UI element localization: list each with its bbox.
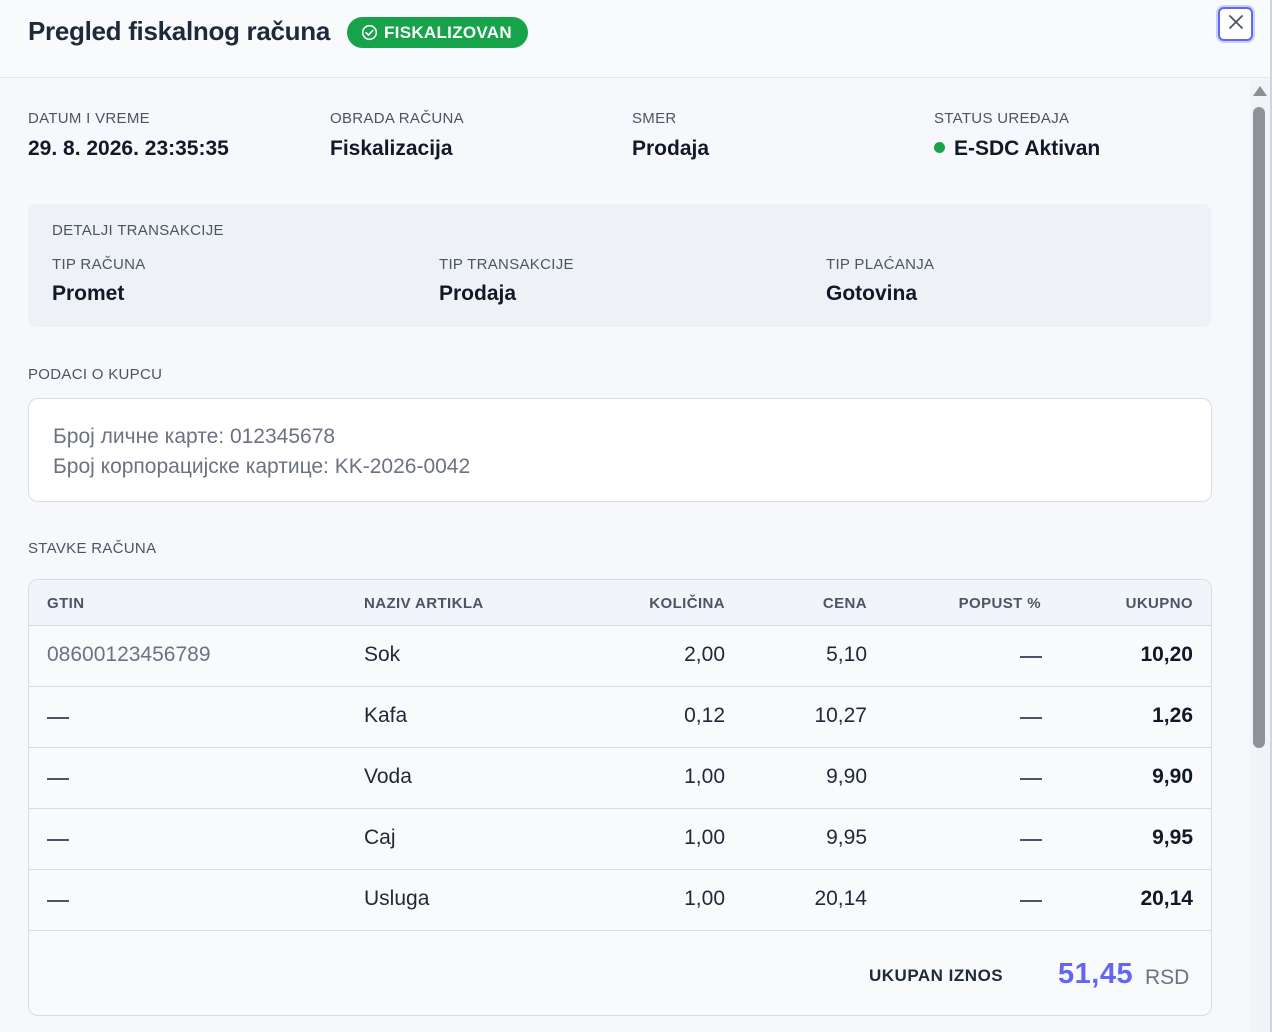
meta-direction-label: SMER (632, 110, 677, 127)
detail-receipt-type: TIP RAČUNA Promet (52, 256, 146, 306)
cell-gtin: 08600123456789 (47, 643, 211, 666)
column-header-total: UKUPNO (1125, 595, 1193, 612)
detail-label: TIP RAČUNA (52, 256, 146, 273)
detail-payment-type: TIP PLAĆANJA Gotovina (826, 256, 934, 306)
cell-name: Kafa (364, 704, 408, 727)
column-header-gtin: GTIN (47, 595, 85, 612)
cell-discount-empty (1020, 900, 1042, 902)
cell-name: Voda (364, 765, 412, 788)
column-header-name: NAZIV ARTIKLA (364, 595, 484, 612)
device-status-text: E-SDC Aktivan (954, 137, 1101, 160)
status-badge-label: FISKALIZOVAN (384, 22, 512, 42)
cell-discount-empty (1020, 778, 1042, 780)
customer-section-title: PODACI O KUPCU (28, 366, 163, 383)
table-row: 08600123456789 Sok 2,00 5,10 10,20 (29, 626, 1211, 687)
column-header-qty: KOLIČINA (649, 595, 725, 612)
cell-gtin-empty (47, 900, 69, 902)
detail-value: Prodaja (439, 282, 517, 305)
table-header: GTIN NAZIV ARTIKLA KOLIČINA CENA POPUST … (29, 580, 1211, 626)
meta-direction-value: Prodaja (632, 137, 710, 160)
meta-device-status-value: E-SDC Aktivan (934, 137, 1100, 161)
meta-processing: OBRADA RAČUNA Fiskalizacija (330, 110, 464, 161)
customer-card-line: Број корпорацијске картице: KK-2026-0042 (53, 455, 471, 478)
cell-discount-empty (1020, 839, 1042, 841)
transaction-details-title: DETALJI TRANSAKCIJE (52, 222, 224, 239)
table-row: Kafa 0,12 10,27 1,26 (29, 687, 1211, 748)
detail-value: Promet (52, 282, 125, 305)
cell-total: 9,95 (1152, 826, 1193, 849)
total-amount-currency: RSD (1145, 966, 1190, 989)
meta-datetime-value: 29. 8. 2026. 23:35:35 (28, 137, 229, 160)
cell-price: 10,27 (814, 704, 867, 727)
customer-info-box: Број личне карте: 012345678 Број корпора… (28, 398, 1212, 502)
detail-transaction-type: TIP TRANSAKCIJE Prodaja (439, 256, 574, 306)
column-header-discount: POPUST % (958, 595, 1041, 612)
meta-device-status: STATUS UREĐAJA E-SDC Aktivan (934, 110, 1100, 161)
cell-price: 5,10 (826, 643, 867, 666)
table-row: Usluga 1,00 20,14 20,14 (29, 870, 1211, 931)
vertical-scrollbar[interactable] (1250, 80, 1270, 1032)
customer-id-line: Број личне карте: 012345678 (53, 425, 336, 448)
page-title: Pregled fiskalnog računa (28, 16, 331, 46)
cell-name: Caj (364, 826, 396, 849)
meta-processing-value: Fiskalizacija (330, 137, 453, 160)
modal-header: Pregled fiskalnog računa FISKALIZOVAN (0, 0, 1270, 78)
meta-direction: SMER Prodaja (632, 110, 709, 161)
transaction-details: DETALJI TRANSAKCIJE TIP RAČUNA Promet TI… (28, 204, 1211, 327)
cell-price: 9,90 (826, 765, 867, 788)
cell-discount-empty (1020, 717, 1042, 719)
cell-gtin-empty (47, 839, 69, 841)
table-row: Caj 1,00 9,95 9,95 (29, 809, 1211, 870)
cell-qty: 1,00 (684, 887, 725, 910)
cell-gtin-empty (47, 778, 69, 780)
cell-total: 10,20 (1140, 643, 1193, 666)
cell-total: 1,26 (1152, 704, 1193, 727)
cell-price: 9,95 (826, 826, 867, 849)
items-section-title: STAVKE RAČUNA (28, 540, 157, 557)
cell-qty: 1,00 (684, 826, 725, 849)
total-amount-value: 51,45 (1058, 958, 1134, 990)
cell-qty: 0,12 (684, 704, 725, 727)
detail-value: Gotovina (826, 282, 918, 305)
detail-label: TIP TRANSAKCIJE (439, 256, 574, 273)
meta-processing-label: OBRADA RAČUNA (330, 110, 464, 127)
close-button[interactable] (1218, 7, 1253, 41)
check-circle-icon (361, 24, 378, 41)
status-dot-icon (934, 141, 945, 153)
scrollbar-thumb[interactable] (1253, 107, 1265, 748)
cell-total: 20,14 (1140, 887, 1193, 910)
meta-datetime: DATUM I VREME 29. 8. 2026. 23:35:35 (28, 110, 229, 161)
cell-name: Sok (364, 643, 401, 666)
cell-name: Usluga (364, 887, 430, 910)
status-badge: FISKALIZOVAN (347, 17, 528, 48)
cell-price: 20,14 (814, 887, 867, 910)
fiscal-receipt-modal: Pregled fiskalnog računa FISKALIZOVAN DA… (0, 0, 1272, 1032)
total-amount-label: UKUPAN IZNOS (869, 966, 1004, 985)
items-table: GTIN NAZIV ARTIKLA KOLIČINA CENA POPUST … (28, 579, 1212, 1016)
detail-label: TIP PLAĆANJA (826, 256, 935, 273)
cell-discount-empty (1020, 656, 1042, 658)
table-row: Voda 1,00 9,90 9,90 (29, 748, 1211, 809)
cell-qty: 2,00 (684, 643, 725, 666)
column-header-price: CENA (822, 595, 867, 612)
cell-total: 9,90 (1152, 765, 1193, 788)
cell-qty: 1,00 (684, 765, 725, 788)
meta-device-status-label: STATUS UREĐAJA (934, 110, 1070, 127)
meta-datetime-label: DATUM I VREME (28, 110, 150, 127)
cell-gtin-empty (47, 717, 69, 719)
close-icon (1228, 14, 1244, 35)
scroll-up-arrow-icon[interactable] (1253, 86, 1267, 96)
